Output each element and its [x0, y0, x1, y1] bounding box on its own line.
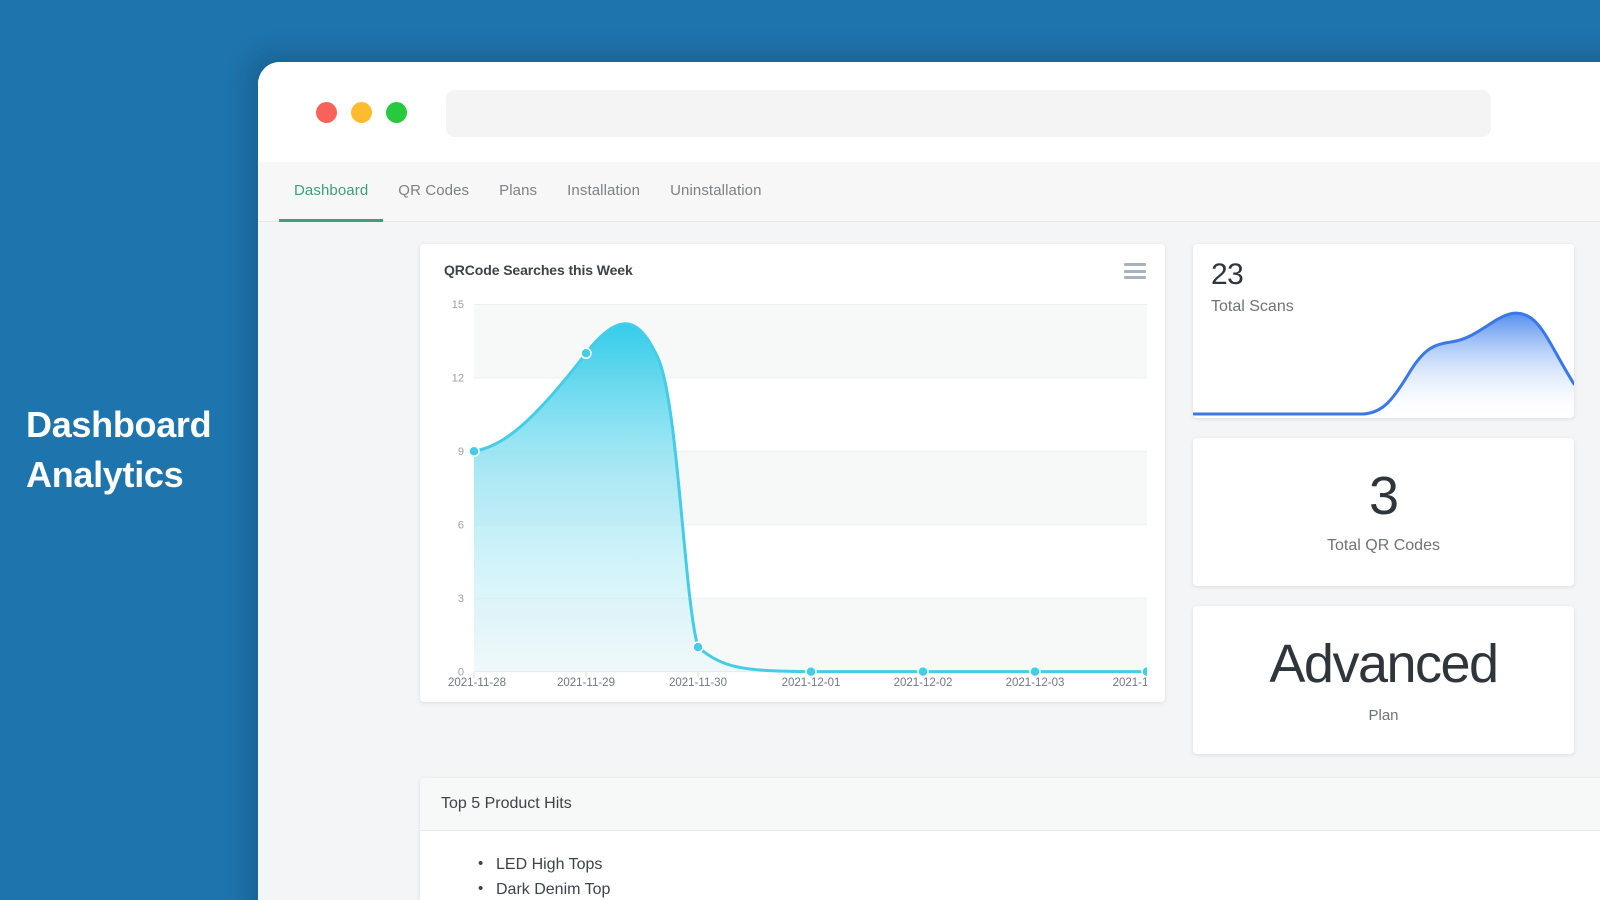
- data-point-2: [693, 642, 703, 652]
- plan-label: Plan: [1368, 707, 1398, 724]
- xtick-0: 2021-11-28: [448, 677, 506, 688]
- xtick-5: 2021-12-03: [1006, 677, 1065, 688]
- product-card-body: LED High Tops Dark Denim Top Navy Sports…: [420, 831, 1600, 900]
- total-scans-card: 23 Total Scans: [1193, 244, 1574, 418]
- xtick-4: 2021-12-02: [894, 677, 953, 688]
- traffic-light-controls: [316, 102, 407, 123]
- product-card-title: Top 5 Product Hits: [420, 778, 1600, 831]
- top-product-hits-card: Top 5 Product Hits LED High Tops Dark De…: [420, 778, 1600, 900]
- ytick-9: 9: [458, 446, 464, 458]
- total-qr-codes-card: 3 Total QR Codes: [1193, 438, 1574, 586]
- promo-panel: DashboardAnalytics: [0, 0, 258, 900]
- tab-plans[interactable]: Plans: [484, 162, 552, 222]
- address-bar[interactable]: [446, 90, 1491, 137]
- tab-uninstallation[interactable]: Uninstallation: [655, 162, 776, 222]
- data-point-1: [581, 348, 591, 358]
- minimize-window-button[interactable]: [351, 102, 372, 123]
- plan-value: Advanced: [1269, 637, 1497, 691]
- total-scans-value: 23: [1193, 244, 1574, 292]
- ytick-12: 12: [452, 373, 464, 385]
- data-point-0: [469, 446, 479, 456]
- tab-qr-codes[interactable]: QR Codes: [383, 162, 484, 222]
- maximize-window-button[interactable]: [386, 102, 407, 123]
- xtick-6: 2021-12-04: [1113, 677, 1147, 688]
- chart-x-axis-labels: 2021-11-28 2021-11-29 2021-11-30 2021-12…: [448, 677, 1147, 688]
- dashboard-top-row: QRCode Searches this Week: [258, 244, 1600, 754]
- close-window-button[interactable]: [316, 102, 337, 123]
- plan-card: Advanced Plan: [1193, 606, 1574, 754]
- total-qr-codes-value: 3: [1369, 469, 1398, 523]
- sparkline-area: [1193, 313, 1574, 414]
- data-point-6: [1142, 667, 1147, 677]
- ytick-6: 6: [458, 520, 464, 532]
- list-item: LED High Tops: [478, 853, 1600, 878]
- total-qr-codes-label: Total QR Codes: [1327, 537, 1440, 555]
- data-point-5: [1030, 667, 1040, 677]
- dashboard-bottom-row: Top 5 Product Hits LED High Tops Dark De…: [258, 778, 1600, 900]
- data-point-4: [918, 667, 928, 677]
- tab-installation[interactable]: Installation: [552, 162, 655, 222]
- stats-column: 23 Total Scans: [1193, 244, 1574, 754]
- browser-chrome-bar: [258, 62, 1600, 162]
- promo-title: DashboardAnalytics: [0, 400, 258, 499]
- dashboard-content: QRCode Searches this Week: [258, 222, 1600, 900]
- xtick-1: 2021-11-29: [557, 677, 615, 688]
- xtick-2: 2021-11-30: [669, 677, 727, 688]
- xtick-3: 2021-12-01: [782, 677, 841, 688]
- area-chart-svg: 15 12 9 6 3 0: [434, 298, 1147, 688]
- chart-title: QRCode Searches this Week: [434, 262, 1147, 278]
- browser-window: Dashboard QR Codes Plans Installation Un…: [258, 62, 1600, 900]
- chart-plot-area: 15 12 9 6 3 0: [434, 298, 1147, 688]
- ytick-15: 15: [452, 299, 464, 311]
- hamburger-icon[interactable]: [1124, 263, 1146, 279]
- qrcode-searches-chart-card: QRCode Searches this Week: [420, 244, 1165, 702]
- nav-tabstrip: Dashboard QR Codes Plans Installation Un…: [258, 162, 1600, 222]
- product-hits-list: LED High Tops Dark Denim Top Navy Sports…: [420, 853, 1600, 900]
- tab-dashboard[interactable]: Dashboard: [279, 162, 383, 222]
- total-scans-sparkline: [1193, 308, 1574, 418]
- chart-y-axis-labels: 15 12 9 6 3 0: [452, 299, 464, 679]
- list-item: Dark Denim Top: [478, 878, 1600, 900]
- ytick-3: 3: [458, 593, 464, 605]
- data-point-3: [806, 667, 816, 677]
